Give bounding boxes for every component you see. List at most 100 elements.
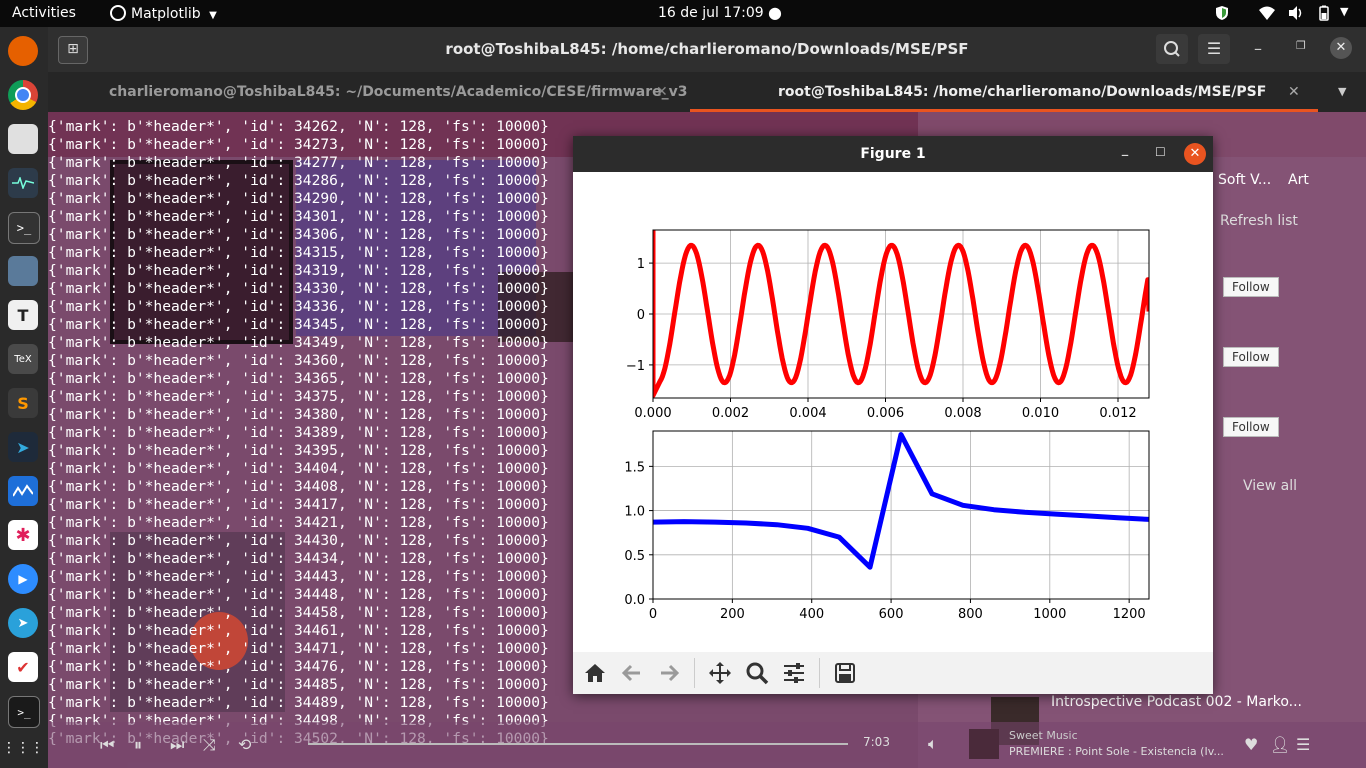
- volume-icon: 🔈︎: [928, 734, 938, 753]
- shield-icon[interactable]: [1215, 5, 1229, 25]
- tab-firmware[interactable]: charlieromano@ToshibaL845: ~/Documents/A…: [48, 72, 690, 112]
- terminal-output: {'mark': b'*header*', 'id': 34262, 'N': …: [48, 118, 549, 747]
- now-playing-artist: Sweet Music: [1009, 729, 1078, 742]
- maximize-icon[interactable]: ❐: [1296, 39, 1306, 52]
- app-menu-label: Matplotlib: [131, 6, 201, 22]
- dock: >_ T TeX S ➤ ✱ ▶ ➤ ✔ >_ ⋮⋮⋮: [0, 27, 48, 768]
- system-menu-chevron-icon[interactable]: ▼: [1340, 5, 1348, 18]
- battery-icon[interactable]: [1318, 5, 1330, 25]
- tab-close-icon[interactable]: ✕: [656, 72, 668, 112]
- x-tick-label: 0: [649, 607, 657, 622]
- wifi-icon[interactable]: [1258, 5, 1276, 25]
- figure-titlebar: Figure 1 – ☐ ✕: [573, 136, 1213, 172]
- tex-editor-icon[interactable]: TeX: [8, 344, 38, 374]
- x-tick-label: 1200: [1113, 607, 1146, 622]
- next-track-icon: ⏭: [170, 735, 185, 754]
- figure-canvas[interactable]: 0.000 0.002 0.004 0.006 0.008 0.010 0.012 1 0 −1 0…: [573, 172, 1213, 652]
- firefox-icon[interactable]: [8, 36, 38, 66]
- minimize-icon[interactable]: –: [1254, 39, 1262, 58]
- series-line: [653, 432, 1149, 570]
- close-icon[interactable]: ✕: [1330, 37, 1352, 59]
- figure-window: Figure 1 – ☐ ✕ 0.0 0 0 0.002 0.004 0.006 0.008…: [573, 136, 1213, 694]
- activities-button[interactable]: Activities: [12, 5, 76, 21]
- sensor-monitor-icon[interactable]: [8, 476, 38, 506]
- task-app-icon[interactable]: ✔: [8, 652, 38, 682]
- save-icon[interactable]: [830, 658, 860, 688]
- zoom-icon[interactable]: ▶: [8, 564, 38, 594]
- volume-icon[interactable]: [1287, 5, 1305, 25]
- notification-dot-icon: ●: [768, 3, 782, 22]
- stm32-ide-icon[interactable]: ➤: [8, 432, 38, 462]
- maximize-icon[interactable]: ☐: [1155, 145, 1166, 159]
- y-tick-label: 1.5: [624, 460, 645, 475]
- slack-icon[interactable]: ✱: [8, 520, 38, 550]
- bg-side-text: Soft V...: [1218, 172, 1272, 188]
- x-tick-label: 1000: [1033, 607, 1066, 622]
- x-tick-label: 200: [720, 607, 745, 622]
- system-monitor-icon[interactable]: [8, 168, 38, 198]
- back-icon[interactable]: [617, 658, 647, 688]
- follow-button: Follow: [1223, 417, 1279, 437]
- x-tick-label: 0.006: [867, 406, 904, 421]
- repeat-icon: ⟲: [238, 735, 252, 754]
- matplotlib-app-icon: [110, 5, 126, 21]
- like-icon: ♥: [1244, 735, 1259, 754]
- terminal-tab-bar: charlieromano@ToshibaL845: ~/Documents/A…: [48, 72, 1366, 112]
- tab-close-icon[interactable]: ✕: [1288, 72, 1300, 112]
- progress-track: [308, 743, 848, 745]
- toolbar-separator: [694, 658, 695, 688]
- bg-side-text: Art: [1288, 172, 1309, 188]
- chrome-icon[interactable]: [8, 80, 38, 110]
- track-duration: 7:03: [863, 735, 890, 749]
- series-line: [653, 230, 1149, 398]
- follow-button: Follow: [1223, 277, 1279, 297]
- sublime-icon[interactable]: S: [8, 388, 38, 418]
- terminal-titlebar: ⊞ root@ToshibaL845: /home/charlieromano/…: [48, 27, 1366, 72]
- x-tick-label: 0.002: [712, 406, 749, 421]
- x-tick-label: 0.004: [789, 406, 826, 421]
- terminal-icon[interactable]: >_: [8, 212, 40, 244]
- close-icon[interactable]: ✕: [1184, 143, 1206, 165]
- home-icon[interactable]: [580, 658, 610, 688]
- pause-icon: ⏸: [134, 735, 143, 754]
- y-tick-label: 1: [637, 257, 645, 272]
- x-tick-label: 800: [958, 607, 983, 622]
- text-editor-icon[interactable]: T: [8, 300, 38, 330]
- figure-title: Figure 1: [860, 146, 926, 162]
- now-playing-thumbnail: [969, 729, 999, 759]
- search-icon[interactable]: [1156, 34, 1188, 64]
- forward-icon[interactable]: [654, 658, 684, 688]
- clock[interactable]: 16 de jul 17:09: [658, 5, 764, 21]
- follow-user-icon: 👤︎: [1270, 735, 1291, 754]
- queue-icon: ☰: [1296, 735, 1311, 754]
- tabs-dropdown-icon[interactable]: ▼: [1338, 72, 1346, 112]
- terminal-active-icon[interactable]: >_: [8, 696, 40, 728]
- pan-icon[interactable]: [705, 658, 735, 688]
- x-tick-label: 600: [879, 607, 904, 622]
- shuffle-icon: ⤨: [203, 735, 216, 754]
- y-tick-label: −1: [626, 359, 645, 374]
- files-icon[interactable]: [8, 124, 38, 154]
- y-tick-label: 1.0: [624, 505, 645, 520]
- telegram-icon[interactable]: ➤: [8, 608, 38, 638]
- y-tick-label: 0: [637, 308, 645, 323]
- x-tick-label: 0.008: [944, 406, 981, 421]
- app-menu-button[interactable]: Matplotlib ▼: [110, 5, 217, 22]
- chevron-down-icon: ▼: [209, 10, 217, 21]
- now-playing-track: PREMIERE : Point Sole - Existencia (Iv..…: [1009, 745, 1224, 758]
- y-tick-label: 0.0: [624, 593, 645, 608]
- toolbar-separator: [819, 658, 820, 688]
- tab-label: charlieromano@ToshibaL845: ~/Documents/A…: [109, 84, 688, 100]
- minimize-icon[interactable]: –: [1121, 145, 1129, 164]
- image-viewer-icon[interactable]: [8, 256, 38, 286]
- configure-icon[interactable]: [779, 658, 809, 688]
- system-top-bar: Activities Matplotlib ▼ 16 de jul 17:09 …: [0, 0, 1366, 27]
- tab-psf[interactable]: root@ToshibaL845: /home/charlieromano/Do…: [690, 72, 1318, 112]
- zoom-icon[interactable]: [742, 658, 772, 688]
- previous-track-icon: ⏮: [100, 735, 115, 754]
- show-applications-icon[interactable]: ⋮⋮⋮: [2, 733, 44, 763]
- x-tick-label: 0.012: [1099, 406, 1136, 421]
- refresh-list-link: Refresh list: [1220, 213, 1298, 229]
- hamburger-menu-icon[interactable]: ☰: [1198, 34, 1230, 64]
- track-title: Introspective Podcast 002 - Marko...: [1051, 694, 1302, 710]
